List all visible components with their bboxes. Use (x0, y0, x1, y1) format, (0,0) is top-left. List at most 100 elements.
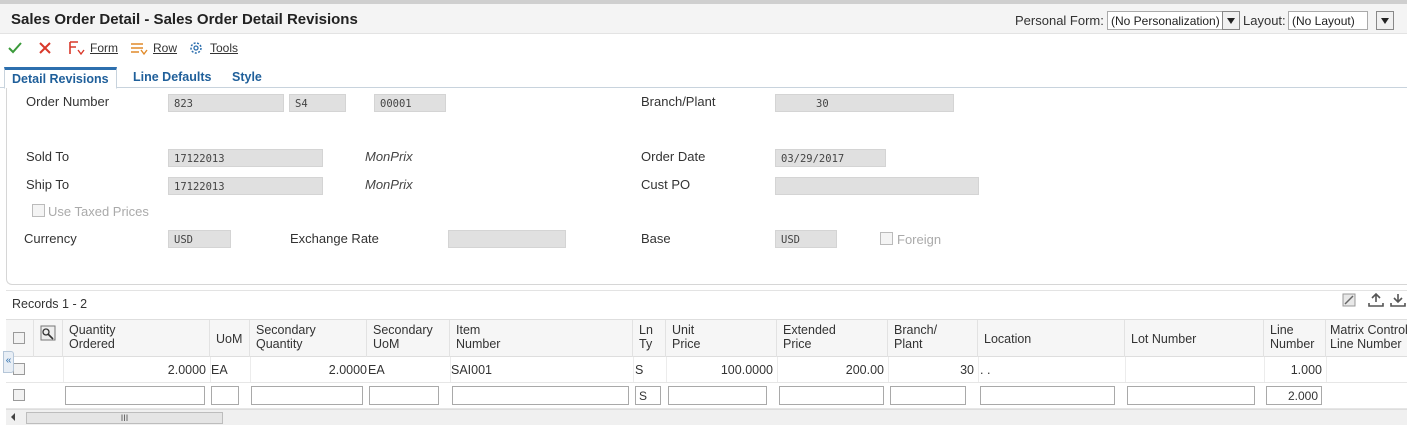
input-extended-price[interactable] (779, 386, 884, 405)
use-taxed-prices-checkbox[interactable] (32, 204, 45, 217)
tab-bar: Detail Revisions Line Defaults Style (0, 64, 1407, 89)
ship-to-label: Ship To (26, 177, 70, 192)
form-icon (69, 41, 85, 56)
layout-label: Layout: (1243, 13, 1286, 28)
col-lot-number[interactable]: Lot Number (1125, 320, 1264, 357)
input-location[interactable] (980, 386, 1115, 405)
input-secondary-quantity[interactable] (251, 386, 363, 405)
order-date-field[interactable]: 03/29/2017 (775, 149, 886, 167)
cell-quantity-ordered[interactable]: 2.0000 (63, 357, 206, 382)
page-title: Sales Order Detail - Sales Order Detail … (11, 11, 358, 28)
col-matrix-control-line-number[interactable]: Matrix Control Line Number (1326, 320, 1407, 357)
row-exit-icon[interactable] (40, 325, 56, 341)
table-row[interactable]: 2.0000 EA 2.0000 EA SAI001 S 100.0000 20… (6, 357, 1407, 383)
detail-grid: Records 1 - 2 Quantity Ordered UoM Secon… (6, 290, 1407, 432)
order-type-field[interactable]: S4 (289, 94, 346, 112)
order-number-label: Order Number (26, 94, 110, 109)
input-item-number[interactable] (452, 386, 629, 405)
input-branch-plant[interactable] (890, 386, 966, 405)
ok-button[interactable] (7, 39, 27, 57)
input-ln-ty[interactable] (635, 386, 661, 405)
col-ln-ty[interactable]: Ln Ty (633, 320, 666, 357)
row-exit-cell (34, 320, 63, 357)
cell-matrix-control-line-number[interactable] (1328, 357, 1406, 382)
ship-to-field[interactable]: 17122013 (168, 177, 323, 195)
cell-secondary-quantity[interactable]: 2.0000 (250, 357, 367, 382)
cell-branch-plant[interactable]: 30 (888, 357, 974, 382)
collapse-panel-icon[interactable]: « (3, 351, 14, 373)
input-line-number[interactable] (1266, 386, 1322, 405)
sold-to-field[interactable]: 17122013 (168, 149, 323, 167)
scrollbar-thumb[interactable]: III (26, 412, 223, 424)
tab-style[interactable]: Style (225, 67, 269, 88)
cell-lot-number[interactable] (1127, 357, 1261, 382)
col-quantity-ordered[interactable]: Quantity Ordered (63, 320, 210, 357)
horizontal-scrollbar[interactable]: III (6, 409, 1407, 425)
export-icon[interactable] (1367, 292, 1385, 308)
cell-uom[interactable]: EA (211, 357, 249, 382)
cell-item-number[interactable]: SAI001 (451, 357, 631, 382)
col-secondary-quantity[interactable]: Secondary Quantity (250, 320, 367, 357)
cell-location[interactable]: . . (980, 357, 1120, 382)
close-icon (39, 42, 51, 54)
col-item-number[interactable]: Item Number (450, 320, 633, 357)
row-menu[interactable]: Row (129, 39, 177, 57)
input-lot-number[interactable] (1127, 386, 1255, 405)
layout-select[interactable]: (No Layout) (1288, 11, 1368, 30)
tools-menu-label: Tools (210, 41, 239, 55)
personal-form-label: Personal Form: (1015, 13, 1104, 28)
order-company-field[interactable]: 00001 (374, 94, 446, 112)
col-line-number[interactable]: Line Number (1264, 320, 1326, 357)
personal-form-select[interactable]: (No Personalization) (1107, 11, 1237, 30)
tools-menu[interactable]: Tools (188, 39, 238, 57)
branch-plant-label: Branch/Plant (641, 94, 716, 109)
form-menu-label: Form (90, 41, 118, 55)
sold-to-name: MonPrix (365, 149, 413, 164)
branch-plant-field[interactable]: 30 (775, 94, 954, 112)
cell-ln-ty[interactable]: S (635, 357, 665, 382)
cell-secondary-uom[interactable]: EA (368, 357, 448, 382)
grid-edit-icon[interactable] (1341, 292, 1357, 308)
row-select-checkbox[interactable] (13, 363, 25, 375)
import-icon[interactable] (1389, 292, 1407, 308)
toolbar: Form Row Tools (0, 34, 1407, 62)
layout-dropdown-icon[interactable] (1376, 11, 1394, 30)
personal-form-dropdown-icon[interactable] (1222, 11, 1240, 30)
cell-line-number[interactable]: 1.000 (1264, 357, 1322, 382)
check-icon (8, 42, 22, 54)
row-select-checkbox[interactable] (13, 389, 25, 401)
gear-icon (190, 42, 202, 54)
cancel-button[interactable] (37, 39, 57, 57)
form-menu[interactable]: Form (68, 39, 118, 57)
tab-detail-revisions[interactable]: Detail Revisions (4, 67, 117, 89)
order-number-field[interactable]: 823 (168, 94, 284, 112)
currency-field[interactable]: USD (168, 230, 231, 248)
col-secondary-uom[interactable]: Secondary UoM (367, 320, 450, 357)
cell-unit-price[interactable]: 100.0000 (666, 357, 773, 382)
col-uom[interactable]: UoM (210, 320, 250, 357)
col-extended-price[interactable]: Extended Price (777, 320, 888, 357)
foreign-checkbox[interactable] (880, 232, 893, 245)
sold-to-label: Sold To (26, 149, 70, 164)
base-currency-field[interactable]: USD (775, 230, 837, 248)
title-bar: Sales Order Detail - Sales Order Detail … (0, 0, 1407, 34)
input-quantity-ordered[interactable] (65, 386, 205, 405)
use-taxed-prices-label: Use Taxed Prices (48, 204, 149, 219)
scroll-left-icon[interactable] (11, 413, 15, 421)
input-secondary-uom[interactable] (369, 386, 439, 405)
exchange-rate-label: Exchange Rate (290, 231, 379, 246)
input-unit-price[interactable] (668, 386, 767, 405)
input-uom[interactable] (211, 386, 239, 405)
currency-label: Currency (24, 231, 77, 246)
col-branch-plant[interactable]: Branch/ Plant (888, 320, 978, 357)
col-location[interactable]: Location (978, 320, 1125, 357)
cell-extended-price[interactable]: 200.00 (777, 357, 884, 382)
exchange-rate-field[interactable] (448, 230, 566, 248)
col-unit-price[interactable]: Unit Price (666, 320, 777, 357)
tab-line-defaults[interactable]: Line Defaults (126, 67, 219, 88)
table-row-new[interactable] (6, 383, 1407, 409)
cust-po-field[interactable] (775, 177, 979, 195)
select-all-checkbox[interactable] (13, 332, 25, 344)
cust-po-label: Cust PO (641, 177, 691, 192)
grid-header: Quantity Ordered UoM Secondary Quantity … (6, 319, 1407, 357)
